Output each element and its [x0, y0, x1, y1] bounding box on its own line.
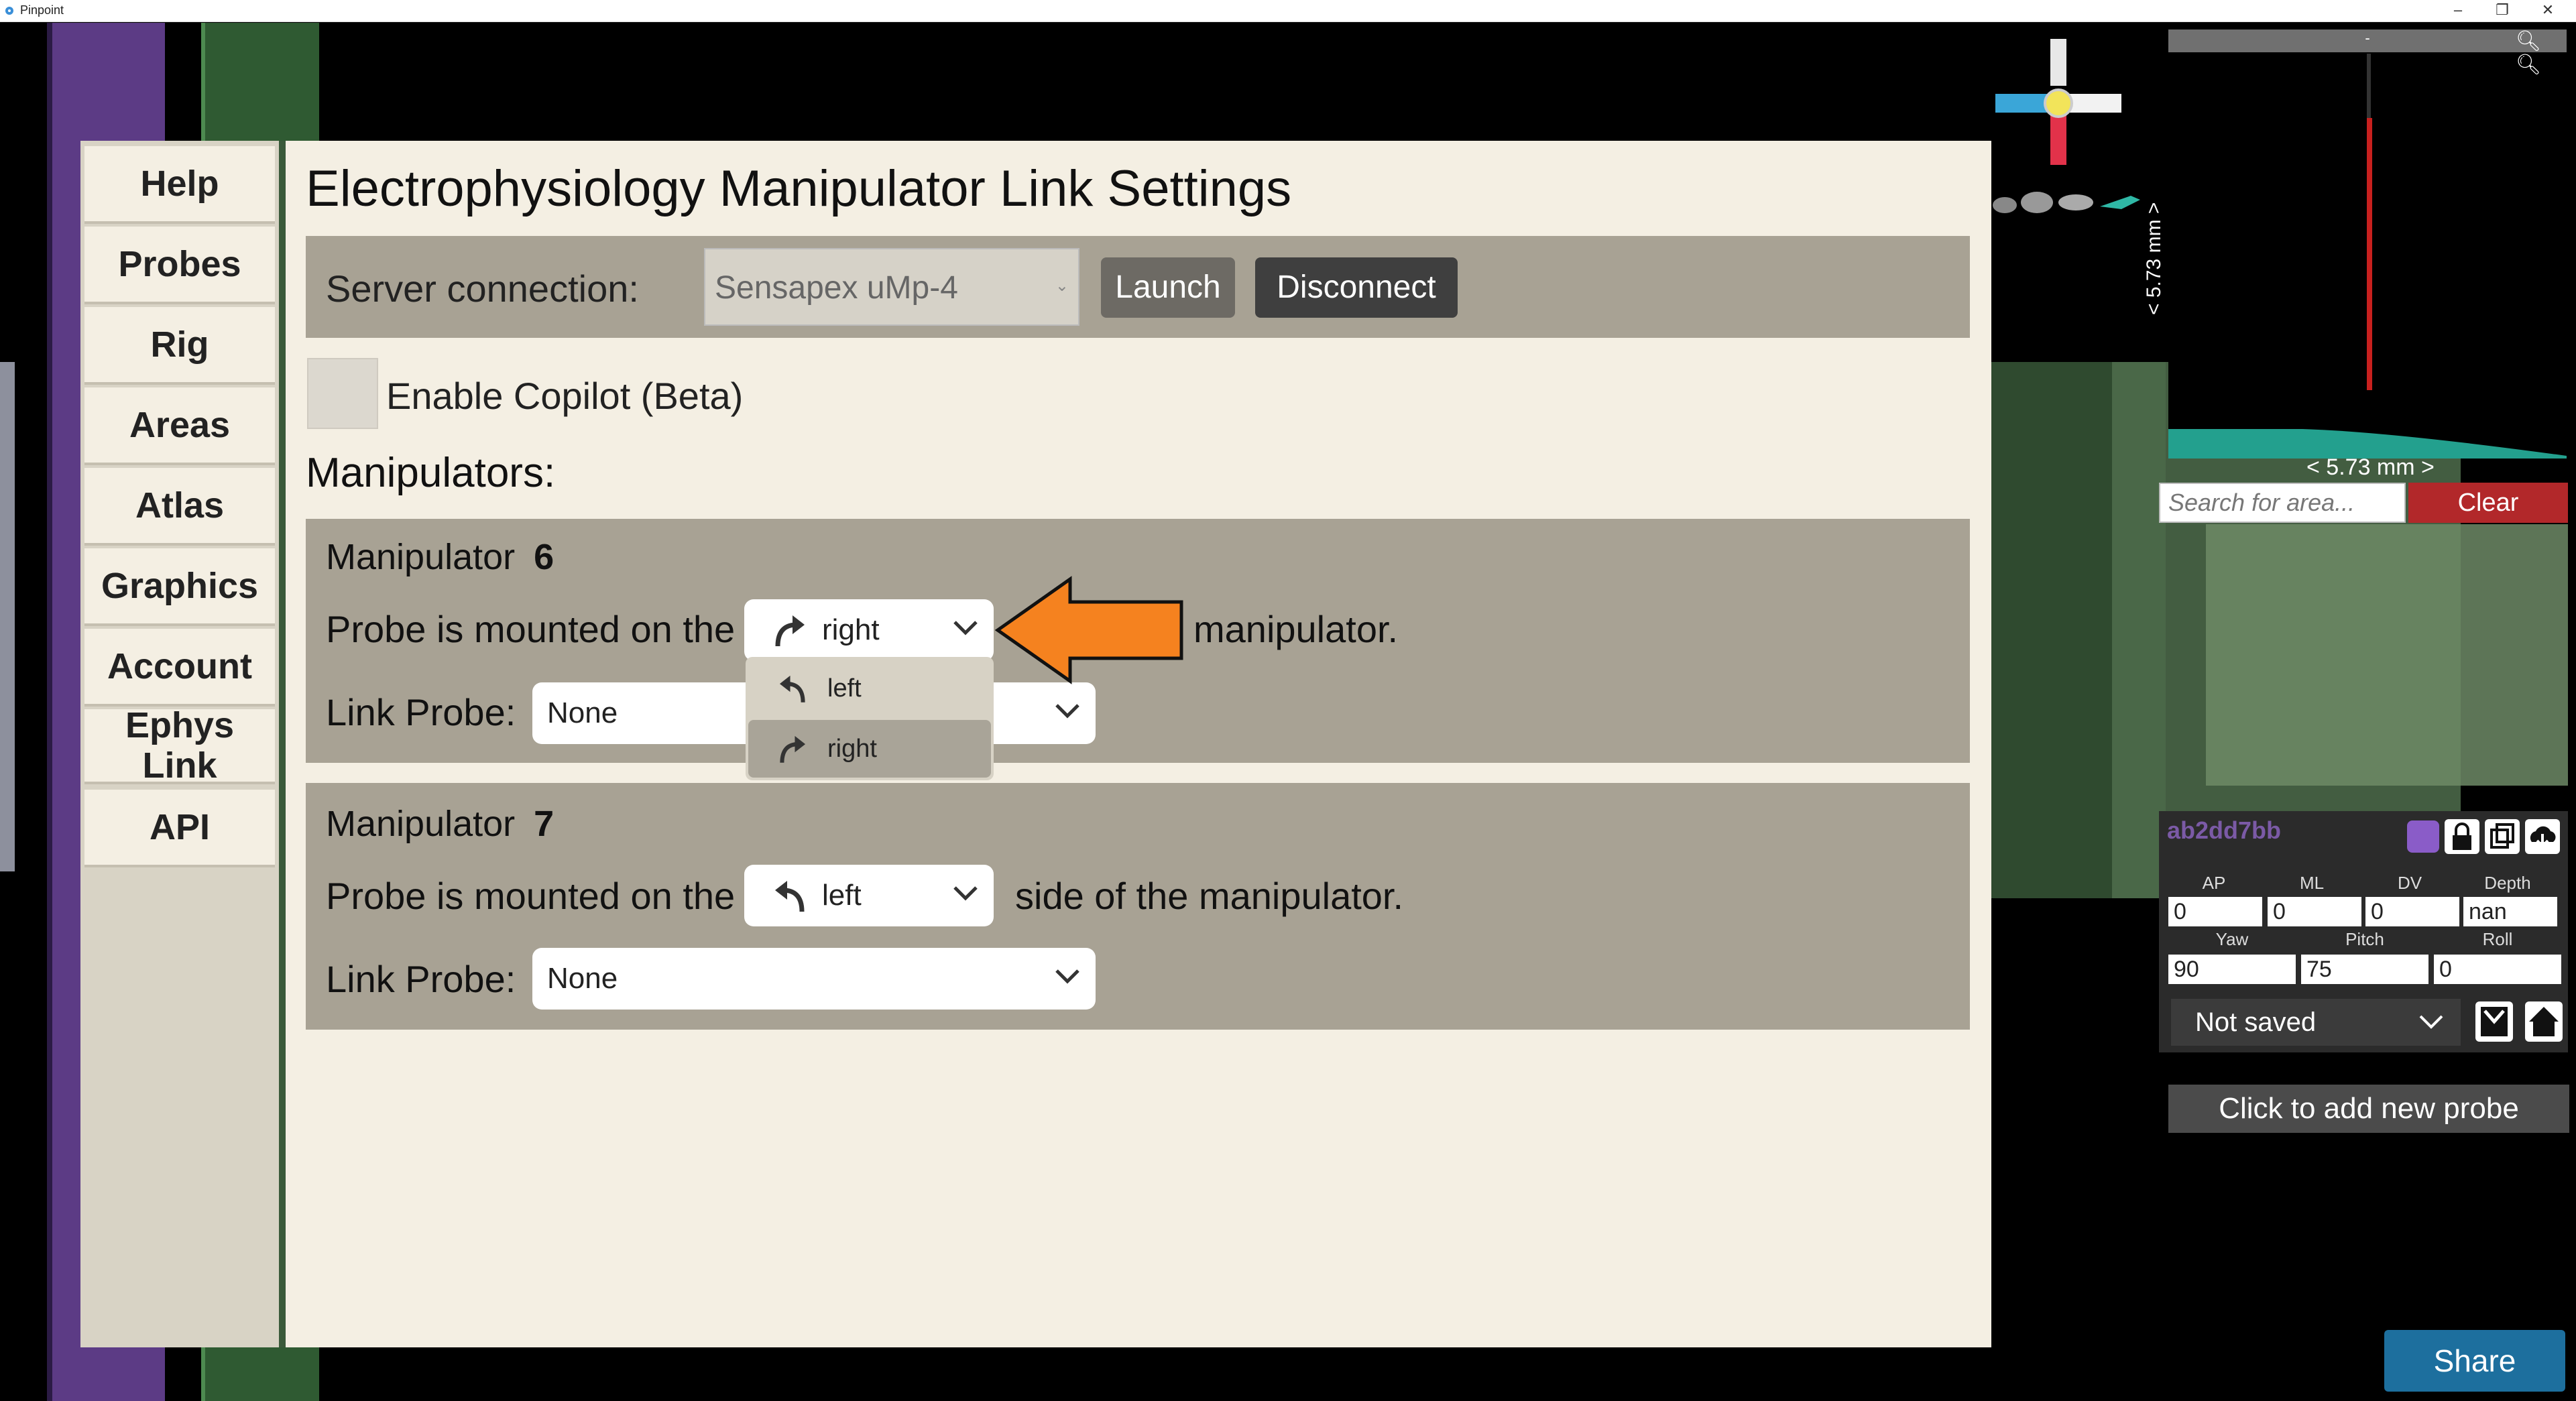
link-probe-select[interactable]: None — [532, 948, 1096, 1010]
mounted-prefix: Probe is mounted on the — [326, 875, 736, 917]
scene-region-left — [0, 362, 15, 871]
field-label-roll: Roll — [2482, 929, 2513, 949]
speed-animal-icon[interactable] — [1990, 180, 2143, 220]
mounted-prefix: Probe is mounted on the — [326, 608, 736, 650]
field-label-yaw: Yaw — [2215, 929, 2249, 949]
brain-surface-region — [2168, 429, 2567, 459]
copy-icon[interactable] — [2485, 819, 2520, 854]
save-state-select[interactable]: Not saved — [2171, 999, 2461, 1046]
server-connection-label: Server connection: — [326, 267, 639, 310]
link-probe-value: None — [547, 696, 618, 729]
save-state-value: Not saved — [2195, 1008, 2317, 1037]
restore-icon[interactable]: ❐ — [2482, 0, 2522, 21]
scale-bar-horizontal: < 5.73 mm > — [2306, 454, 2435, 480]
field-label-ml: ML — [2299, 873, 2325, 893]
minimize-icon[interactable]: – — [2438, 0, 2478, 21]
zoom-controls: 🔍︎🔍︎ — [2516, 29, 2567, 76]
add-new-probe-button[interactable]: Click to add new probe — [2168, 1085, 2569, 1133]
pitch-field[interactable]: 75 — [2301, 955, 2428, 984]
chevron-down-icon — [1055, 704, 1079, 719]
side-select[interactable]: left — [744, 865, 994, 926]
nav-ephys-link[interactable]: Ephys Link — [84, 705, 275, 786]
curved-arrow-left-icon — [779, 675, 805, 703]
side-select[interactable]: right — [744, 599, 994, 661]
field-label-dv: DV — [2397, 873, 2422, 893]
zoom-in-icon[interactable]: 🔍︎ — [2516, 54, 2541, 76]
share-button[interactable]: Share — [2384, 1330, 2565, 1392]
zoom-out-icon[interactable]: 🔍︎ — [2516, 30, 2541, 52]
cloud-download-icon[interactable] — [2525, 819, 2560, 854]
nav-graphics[interactable]: Graphics — [84, 548, 275, 626]
probe-name: ab2dd7bb — [2167, 816, 2282, 844]
nav-rig[interactable]: Rig — [84, 307, 275, 385]
manipulator-id: 6 — [534, 537, 554, 577]
manipulator-title: Manipulator 6 — [326, 536, 554, 578]
yaw-field[interactable]: 90 — [2168, 955, 2296, 984]
chevron-down-icon — [2419, 1015, 2443, 1029]
field-label-ap: AP — [2202, 873, 2226, 893]
curved-arrow-left-icon — [775, 881, 805, 912]
roll-field[interactable]: 0 — [2434, 955, 2561, 984]
chevron-down-icon: ⌄ — [1055, 277, 1069, 295]
disconnect-button[interactable]: Disconnect — [1255, 257, 1458, 318]
manipulator-id: 7 — [534, 804, 554, 844]
manipulator-title-label: Manipulator — [326, 804, 516, 844]
ap-field[interactable]: 0 — [2168, 897, 2262, 926]
nav-probes[interactable]: Probes — [84, 227, 275, 304]
save-icon[interactable] — [2475, 1001, 2513, 1042]
chevron-down-icon — [953, 886, 978, 901]
chevron-down-icon — [953, 621, 978, 635]
window-title: Pinpoint — [20, 3, 64, 17]
nav-help[interactable]: Help — [84, 146, 275, 224]
probe-view-header: - — [2168, 29, 2567, 52]
server-type-value: Sensapex uMp-4 — [715, 270, 958, 306]
ml-field[interactable]: 0 — [2268, 897, 2361, 926]
chevron-down-icon — [1055, 969, 1079, 984]
depth-field[interactable]: nan — [2463, 897, 2557, 926]
dv-field[interactable]: 0 — [2365, 897, 2459, 926]
home-icon[interactable] — [2525, 1001, 2563, 1042]
manipulator-title-label: Manipulator — [326, 537, 516, 577]
dropdown-option-left[interactable]: left — [748, 660, 991, 717]
curved-arrow-right-icon — [780, 735, 806, 763]
probe-color-swatch[interactable] — [2407, 820, 2439, 853]
mounted-suffix: side of the manipulator. — [1015, 875, 1404, 917]
curved-arrow-right-icon — [775, 615, 805, 647]
page-title: Electrophysiology Manipulator Link Setti… — [306, 160, 1292, 217]
side-select-value: right — [822, 613, 880, 646]
manipulator-title: Manipulator 7 — [326, 803, 554, 845]
dropdown-option-label: right — [827, 734, 877, 763]
app-icon — [5, 7, 13, 15]
nav-account[interactable]: Account — [84, 629, 275, 707]
close-icon[interactable]: ✕ — [2528, 0, 2568, 21]
dropdown-option-label: left — [827, 674, 862, 703]
scale-bar-vertical: < 5.73 mm > — [2143, 202, 2165, 315]
mounted-suffix: manipulator. — [1193, 608, 1399, 650]
slice-view[interactable] — [2206, 524, 2568, 786]
area-search-input[interactable]: Search for area... — [2159, 483, 2406, 523]
nav-areas[interactable]: Areas — [84, 387, 275, 465]
lock-icon[interactable] — [2445, 819, 2479, 854]
probe-track-active — [2367, 118, 2372, 390]
nav-atlas[interactable]: Atlas — [84, 468, 275, 546]
link-probe-label: Link Probe: — [326, 958, 516, 1000]
callout-arrow-icon — [995, 576, 1183, 684]
axis-orientation-icon[interactable] — [1991, 36, 2125, 170]
link-probe-value: None — [547, 962, 618, 995]
dropdown-option-right[interactable]: right — [748, 720, 991, 778]
side-select-value: left — [822, 879, 862, 912]
server-type-select[interactable]: Sensapex uMp-4 ⌄ — [704, 248, 1079, 326]
link-probe-label: Link Probe: — [326, 691, 516, 733]
nav-api[interactable]: API — [84, 790, 275, 867]
field-label-pitch: Pitch — [2345, 929, 2384, 949]
scene-background — [47, 23, 52, 1401]
clear-button[interactable]: Clear — [2408, 483, 2568, 523]
window-titlebar: Pinpoint – ❐ ✕ — [0, 0, 2576, 22]
launch-button[interactable]: Launch — [1101, 257, 1235, 318]
copilot-label: Enable Copilot (Beta) — [386, 375, 744, 417]
field-label-depth: Depth — [2484, 873, 2531, 893]
copilot-checkbox[interactable] — [307, 358, 378, 429]
manipulators-header: Manipulators: — [306, 450, 556, 496]
